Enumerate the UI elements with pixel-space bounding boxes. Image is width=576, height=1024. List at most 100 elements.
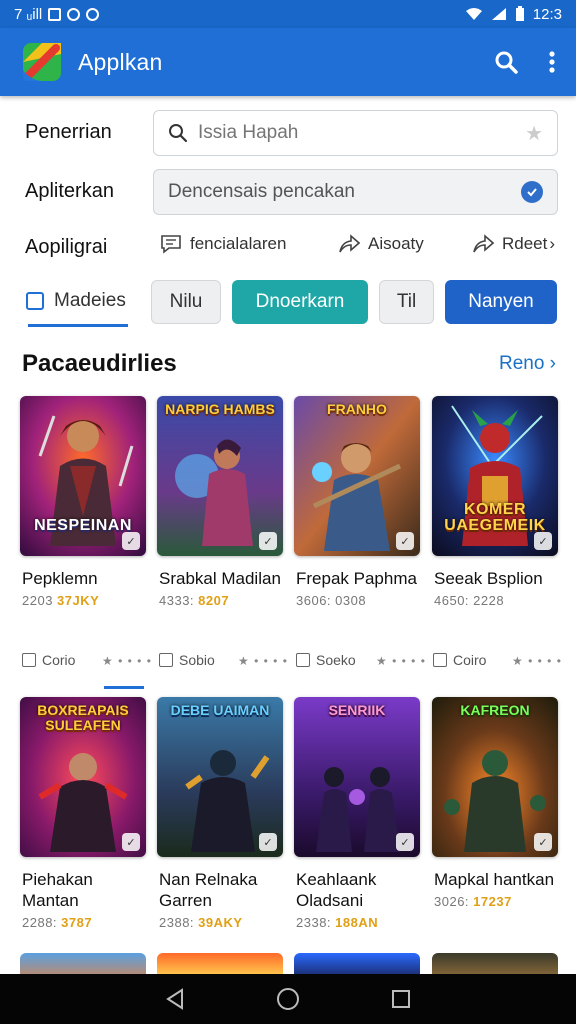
game-card[interactable]: BOXREAPAIS SULEAFEN ✓ Piehakan Mantan 22… [20, 697, 146, 930]
chip-label: Nilu [169, 291, 203, 312]
check-circle-icon [521, 181, 543, 203]
battery-icon [515, 6, 524, 21]
bookmark-icon [26, 292, 44, 310]
section-title: Pacaeudirlies [22, 350, 177, 377]
star-rating-icon: ★ • • • • [238, 654, 288, 668]
search-icon[interactable] [494, 50, 518, 74]
game-art-title: SENRIIK [328, 702, 386, 718]
game-card[interactable]: SENRIIK ✓ Keahlaank Oladsani 2338: 188AN [294, 697, 420, 930]
tab-madeies[interactable]: Madeies [26, 290, 126, 312]
game-card[interactable]: DEBE UAIMAN ✓ Nan Relnaka Garren 2388: 3… [157, 697, 283, 930]
clock: 12:3 [532, 5, 562, 23]
chip-label: Dnoerkarn [255, 291, 345, 312]
game-art-title: NARPIG HAMBS [165, 401, 275, 417]
tab-label: Madeies [54, 290, 126, 311]
select-label: Apliterkan [25, 180, 114, 202]
search-field[interactable]: ★ [153, 110, 558, 156]
chat-icon [161, 235, 181, 254]
game-thumbnail[interactable]: BOXREAPAIS SULEAFEN ✓ [20, 697, 146, 857]
game-art-title: BOXREAPAIS SULEAFEN [37, 702, 129, 733]
game-meta-code: 2288: [22, 915, 58, 930]
game-thumbnail[interactable]: KOMER UAEGEMEIK ✓ [432, 396, 558, 556]
action-comment[interactable]: fencialalaren [160, 234, 286, 254]
wifi-icon [465, 8, 482, 20]
game-meta-rating: 188AN [335, 915, 379, 930]
action-share[interactable]: Aisoaty [338, 234, 424, 254]
star-icon[interactable]: ★ [525, 121, 543, 146]
chevron-right-icon: › [549, 234, 556, 253]
section-more-link[interactable]: Reno › [499, 353, 556, 375]
signal-text: 7 ᵤill [14, 5, 43, 23]
sync-icon [67, 7, 81, 21]
game-card[interactable]: NARPIG HAMBS ✓ Srabkal Madilan 4333: 820… [157, 396, 283, 608]
favorite-toggle[interactable]: Sobio [159, 652, 215, 668]
back-icon[interactable] [165, 988, 185, 1010]
game-thumbnail[interactable]: SENRIIK ✓ [294, 697, 420, 857]
game-name: Srabkal Madilan [159, 569, 281, 588]
game-meta: 2388: 39AKY [157, 915, 283, 930]
app-bar: Applkan [0, 28, 576, 96]
star-rating-icon: ★ • • • • [102, 654, 152, 668]
game-meta-rating: 3787 [61, 915, 93, 930]
game-thumbnail[interactable]: NARPIG HAMBS ✓ [157, 396, 283, 556]
favorite-toggle[interactable]: Coiro [433, 652, 486, 668]
game-card[interactable]: KOMER UAEGEMEIK ✓ Seeak Bsplion 4650: 22… [432, 396, 558, 608]
game-card[interactable]: FRANHO ✓ Frepak Paphma 3606: 0308 [294, 396, 420, 608]
home-icon[interactable] [276, 987, 300, 1011]
chip-nanyen[interactable]: Nanyen [445, 280, 557, 324]
game-meta: 2203 37JKY [20, 593, 146, 608]
checkbox-icon [433, 653, 447, 667]
game-art-title: KAFREON [460, 702, 530, 718]
game-meta-code: 4650: 2228 [434, 593, 505, 608]
game-name: Seeak Bsplion [434, 569, 543, 588]
game-name: Keahlaank Oladsani [296, 870, 377, 910]
store-badge-icon: ✓ [396, 833, 414, 851]
store-badge-icon: ✓ [534, 833, 552, 851]
filter-tabs: Madeies Nilu Dnoerkarn Til Nanyen [0, 280, 576, 327]
game-name: Nan Relnaka Garren [159, 870, 258, 910]
game-art-title: KOMER UAEGEMEIK [444, 501, 546, 534]
game-card[interactable]: NESPEINAN ✓ Pepklemn 2203 37JKY [20, 396, 146, 608]
game-meta-rating: 17237 [473, 894, 512, 909]
chip-dnoerkarn[interactable]: Dnoerkarn [232, 280, 368, 324]
game-meta-code: 3606: 0308 [296, 593, 367, 608]
checkbox-icon [22, 653, 36, 667]
store-badge-icon: ✓ [259, 833, 277, 851]
game-meta: 4333: 8207 [157, 593, 283, 608]
store-badge-icon: ✓ [122, 833, 140, 851]
share-icon [339, 234, 360, 253]
game-art-title: FRANHO [327, 401, 387, 417]
star-rating-icon: ★ • • • • [376, 654, 426, 668]
search-input[interactable] [198, 122, 526, 144]
recents-icon[interactable] [391, 989, 411, 1009]
game-meta-code: 2203 [22, 593, 53, 608]
status-bar: 7 ᵤill 12:3 [0, 0, 576, 28]
game-thumbnail[interactable]: KAFREON ✓ [432, 697, 558, 857]
store-badge-icon: ✓ [396, 532, 414, 550]
game-thumbnail[interactable]: NESPEINAN ✓ [20, 396, 146, 556]
search-label: Penerrian [25, 121, 112, 143]
action-reset[interactable]: Rdeet › [472, 234, 555, 254]
favorite-label: Coiro [453, 652, 487, 668]
chip-til[interactable]: Til [379, 280, 434, 324]
game-name: Piehakan Mantan [22, 870, 93, 910]
more-vert-icon[interactable] [548, 50, 556, 74]
game-card[interactable]: KAFREON ✓ Mapkal hantkan 3026: 17237 [432, 697, 558, 909]
favorite-label: Corio [42, 652, 76, 668]
store-badge-icon: ✓ [259, 532, 277, 550]
favorite-toggle[interactable]: Soeko [296, 652, 356, 668]
search-icon [169, 124, 188, 143]
favorite-toggle[interactable]: Corio [22, 652, 75, 668]
game-name: Mapkal hantkan [434, 870, 555, 889]
chip-nilu[interactable]: Nilu [151, 280, 221, 324]
star-rating-icon: ★ • • • • [512, 654, 562, 668]
game-meta: 3606: 0308 [294, 593, 420, 608]
game-meta-code: 2338: [296, 915, 332, 930]
action-label: fencialalaren [190, 234, 287, 253]
game-thumbnail[interactable]: DEBE UAIMAN ✓ [157, 697, 283, 857]
game-meta-rating: 8207 [198, 593, 230, 608]
category-select[interactable]: Dencensais pencakan [153, 169, 558, 215]
game-thumbnail[interactable]: FRANHO ✓ [294, 396, 420, 556]
game-meta: 3026: 17237 [432, 894, 558, 909]
notification-icon [48, 7, 62, 21]
